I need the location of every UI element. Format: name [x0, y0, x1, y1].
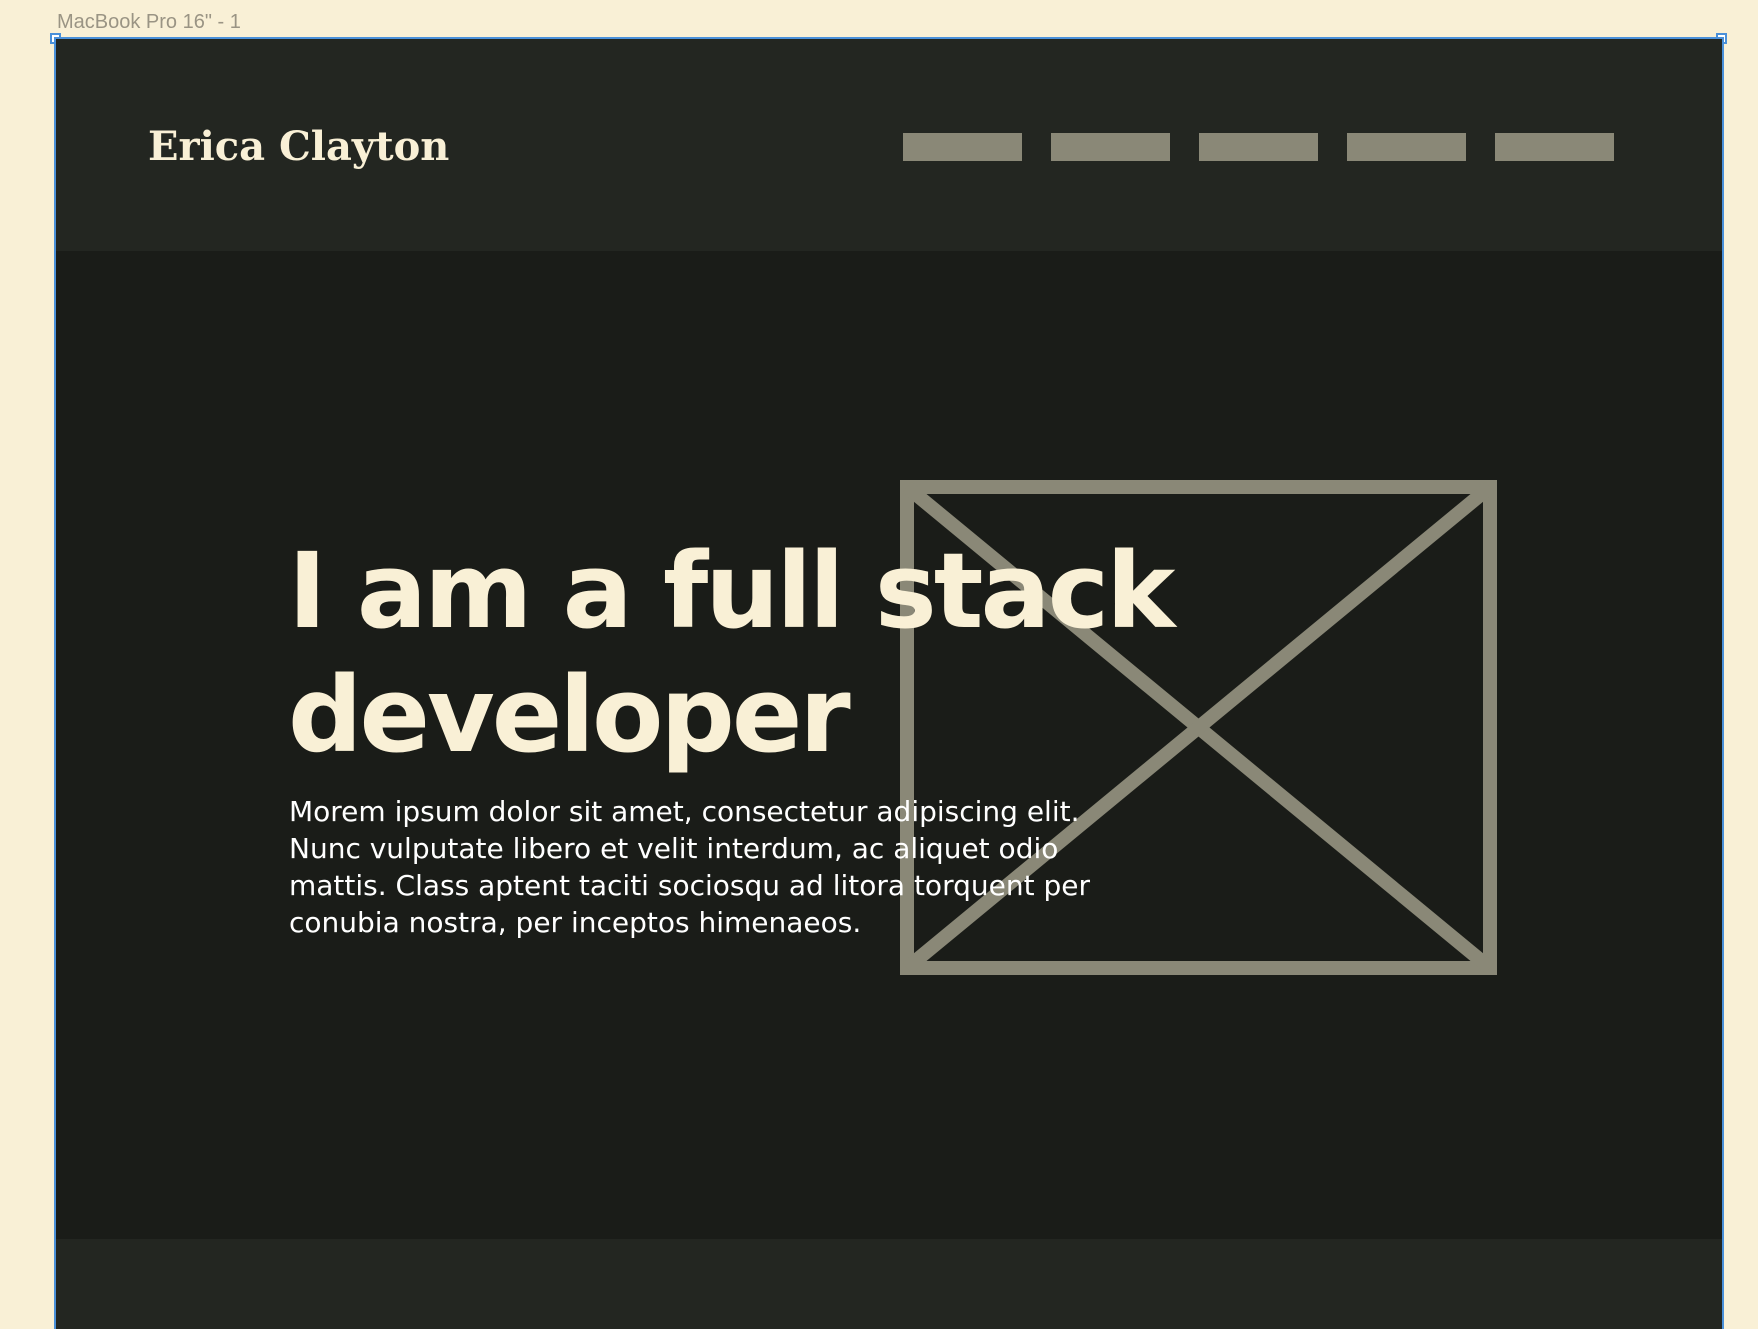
nav-item-placeholder-3[interactable]: [1199, 133, 1318, 161]
artboard-frame[interactable]: Erica Clayton I am a full stack develope…: [54, 37, 1724, 1329]
hero-title: I am a full stack developer: [288, 529, 1188, 777]
hero-title-line: developer: [288, 654, 851, 776]
nav-item-placeholder-2[interactable]: [1051, 133, 1170, 161]
nav-item-placeholder-5[interactable]: [1495, 133, 1614, 161]
site-logo[interactable]: Erica Clayton: [148, 123, 449, 170]
hero-description-line: Nunc vulputate libero et velit interdum,…: [289, 832, 1059, 865]
site-footer: [56, 1239, 1722, 1329]
frame-label[interactable]: MacBook Pro 16" - 1: [57, 11, 241, 34]
hero-title-line: I am a full stack: [288, 530, 1175, 652]
hero-description-line: conubia nostra, per inceptos himenaeos.: [289, 906, 862, 939]
nav-item-placeholder-1[interactable]: [903, 133, 1022, 161]
nav-bar: [903, 133, 1614, 161]
nav-item-placeholder-4[interactable]: [1347, 133, 1466, 161]
site-header: Erica Clayton: [56, 39, 1722, 251]
hero-description: Morem ipsum dolor sit amet, consectetur …: [289, 793, 1159, 941]
hero-description-line: Morem ipsum dolor sit amet, consectetur …: [289, 795, 1080, 828]
hero-description-line: mattis. Class aptent taciti sociosqu ad …: [289, 869, 1090, 902]
